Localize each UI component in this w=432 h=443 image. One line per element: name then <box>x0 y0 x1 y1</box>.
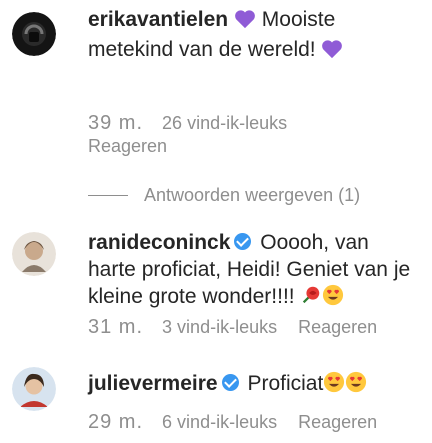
comment-meta-reply-row: Reageren <box>88 136 183 157</box>
avatar-photo-icon <box>12 232 56 276</box>
comment-text: erikavantielen Mooiste metekind van de w… <box>88 6 418 66</box>
view-replies-label[interactable]: Antwoorden weergeven (1) <box>144 185 360 206</box>
avatar[interactable] <box>12 367 56 411</box>
heart-eyes-icon <box>345 371 367 400</box>
comment-body: Proficiat <box>247 372 324 395</box>
comment-likes[interactable]: 6 vind-ik-leuks <box>162 412 277 432</box>
verified-badge-icon <box>221 374 239 391</box>
comment-likes[interactable]: 3 vind-ik-leuks <box>162 317 277 337</box>
comment-meta: 31 m. 3 vind-ik-leuks Reageren <box>88 316 393 339</box>
purple-heart-icon <box>321 39 343 66</box>
heart-eyes-icon <box>322 284 344 313</box>
reply-button[interactable]: Reageren <box>88 136 167 156</box>
thread-divider <box>88 195 128 196</box>
comment-username[interactable]: julievermeire <box>88 372 218 395</box>
comment-text: julievermeire Proficiat <box>88 370 418 400</box>
comment-username[interactable]: ranideconinck <box>88 231 230 254</box>
comment-meta: 29 m. 6 vind-ik-leuks Reageren <box>88 411 393 434</box>
verified-badge-icon <box>234 233 252 250</box>
avatar-photo-icon <box>12 367 56 411</box>
comment-time[interactable]: 31 m. <box>88 316 143 338</box>
comment-time[interactable]: 29 m. <box>88 411 143 433</box>
rose-icon <box>300 284 322 313</box>
heart-eyes-icon <box>323 371 345 400</box>
comment-text: ranideconinck Ooooh, van harte proficiat… <box>88 229 418 313</box>
reply-button[interactable]: Reageren <box>298 317 377 337</box>
comment-time[interactable]: 39 m. <box>88 112 143 134</box>
view-replies[interactable]: Antwoorden weergeven (1) <box>88 185 360 206</box>
comment-username[interactable]: erikavantielen <box>88 8 228 31</box>
avatar[interactable] <box>12 232 56 276</box>
comment-meta: 39 m. 26 vind-ik-leuks <box>88 112 303 135</box>
purple-heart-icon <box>234 9 256 36</box>
comment-likes[interactable]: 26 vind-ik-leuks <box>162 113 287 133</box>
avatar[interactable] <box>12 12 56 56</box>
avatar-dark-icon <box>12 12 56 56</box>
reply-button[interactable]: Reageren <box>298 412 377 432</box>
